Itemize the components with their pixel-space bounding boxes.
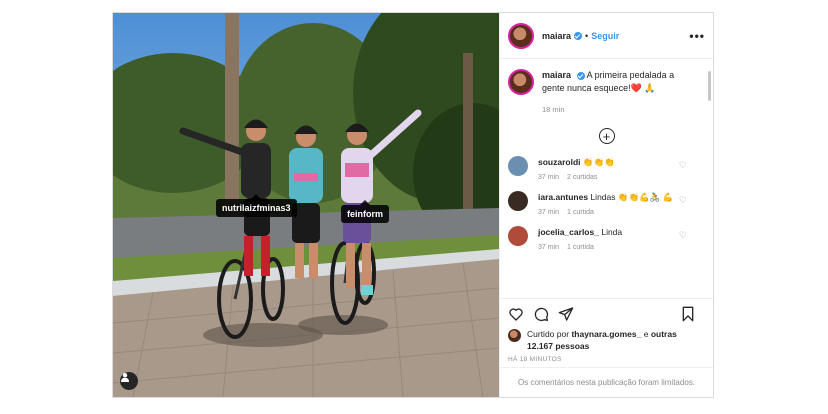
comment-time: 37 min bbox=[538, 174, 560, 181]
likes-summary: Curtido por thaynara.gomes_ e outras 12.… bbox=[500, 328, 713, 352]
comment-icon[interactable] bbox=[533, 306, 549, 322]
caption-username[interactable]: maiara bbox=[542, 70, 571, 80]
post-actions-bar bbox=[500, 298, 713, 328]
photo-tag-2[interactable]: feinform bbox=[341, 200, 389, 223]
comment-likes[interactable]: 2 curtidas bbox=[567, 174, 597, 181]
verified-badge-icon bbox=[576, 71, 585, 80]
commenter-username[interactable]: iara.antunes bbox=[538, 192, 588, 202]
heart-icon[interactable] bbox=[508, 306, 524, 322]
comment-like-icon[interactable]: ♡ bbox=[679, 230, 687, 241]
load-more-comments-button[interactable]: + bbox=[598, 128, 615, 144]
commenter-avatar[interactable] bbox=[508, 226, 528, 246]
comment-item: iara.antunes Lindas 👏👏💪🚴 💪 37 min 1 curti… bbox=[508, 191, 705, 216]
send-icon[interactable] bbox=[558, 306, 574, 322]
photo-tag-1[interactable]: nutrilaizfminas3 bbox=[216, 194, 297, 217]
follow-button[interactable]: Seguir bbox=[591, 31, 619, 41]
bookmark-icon[interactable] bbox=[680, 306, 696, 322]
header-separator: • bbox=[585, 30, 589, 41]
post-photo[interactable]: nutrilaizfminas3 feinform bbox=[113, 13, 499, 397]
commenter-avatar[interactable] bbox=[508, 156, 528, 176]
comments-limited-notice: Os comentários nesta publicação foram li… bbox=[500, 367, 713, 397]
caption-time: 18 min bbox=[542, 105, 565, 114]
author-avatar[interactable] bbox=[508, 22, 534, 49]
comment-likes[interactable]: 1 curtida bbox=[567, 209, 594, 216]
comments-scroll-area[interactable]: maiara A primeira pedalada a gente nunca… bbox=[500, 59, 713, 298]
commenter-avatar[interactable] bbox=[508, 191, 528, 211]
post-modal: nutrilaizfminas3 feinform maiara • Segui… bbox=[112, 12, 714, 398]
comment-likes[interactable]: 1 curtida bbox=[567, 244, 594, 251]
comment-text: Linda bbox=[601, 227, 623, 237]
comment-item: souzaroldi 👏👏👏 37 min 2 curtidas ♡ bbox=[508, 156, 705, 181]
caption-author-avatar[interactable] bbox=[508, 69, 534, 95]
comment-text: 👏👏👏 bbox=[582, 157, 615, 167]
person-icon bbox=[121, 373, 129, 382]
likes-prefix: Curtido por bbox=[527, 329, 570, 339]
post-side-panel: maiara • Seguir ••• maiara A primeira pe… bbox=[499, 13, 713, 397]
likes-conjunction: e bbox=[643, 329, 649, 339]
comment-text: Lindas 👏👏💪🚴 💪 bbox=[590, 192, 674, 202]
liker-username[interactable]: thaynara.gomes_ bbox=[571, 329, 641, 339]
comment-like-icon[interactable]: ♡ bbox=[679, 160, 687, 171]
commenter-username[interactable]: souzaroldi bbox=[538, 157, 581, 167]
more-options-icon[interactable]: ••• bbox=[689, 29, 705, 43]
post-time-ago: HÁ 18 MINUTOS bbox=[508, 356, 562, 363]
post-header: maiara • Seguir ••• bbox=[500, 13, 713, 59]
post-caption: maiara A primeira pedalada a gente nunca… bbox=[508, 69, 705, 116]
liker-avatar[interactable] bbox=[508, 329, 521, 342]
photo-scene bbox=[113, 13, 499, 397]
commenter-username[interactable]: jocelia_carlos_ bbox=[538, 227, 599, 237]
comment-item: jocelia_carlos_ Linda 37 min 1 curtida ♡ bbox=[508, 226, 705, 251]
comment-time: 37 min bbox=[538, 209, 560, 216]
scrollbar[interactable] bbox=[708, 71, 711, 101]
comment-like-icon[interactable]: ♡ bbox=[679, 195, 687, 206]
comment-time: 37 min bbox=[538, 244, 560, 251]
verified-badge-icon bbox=[574, 31, 583, 40]
tagged-users-button[interactable] bbox=[120, 372, 138, 390]
author-username[interactable]: maiara bbox=[542, 31, 571, 41]
